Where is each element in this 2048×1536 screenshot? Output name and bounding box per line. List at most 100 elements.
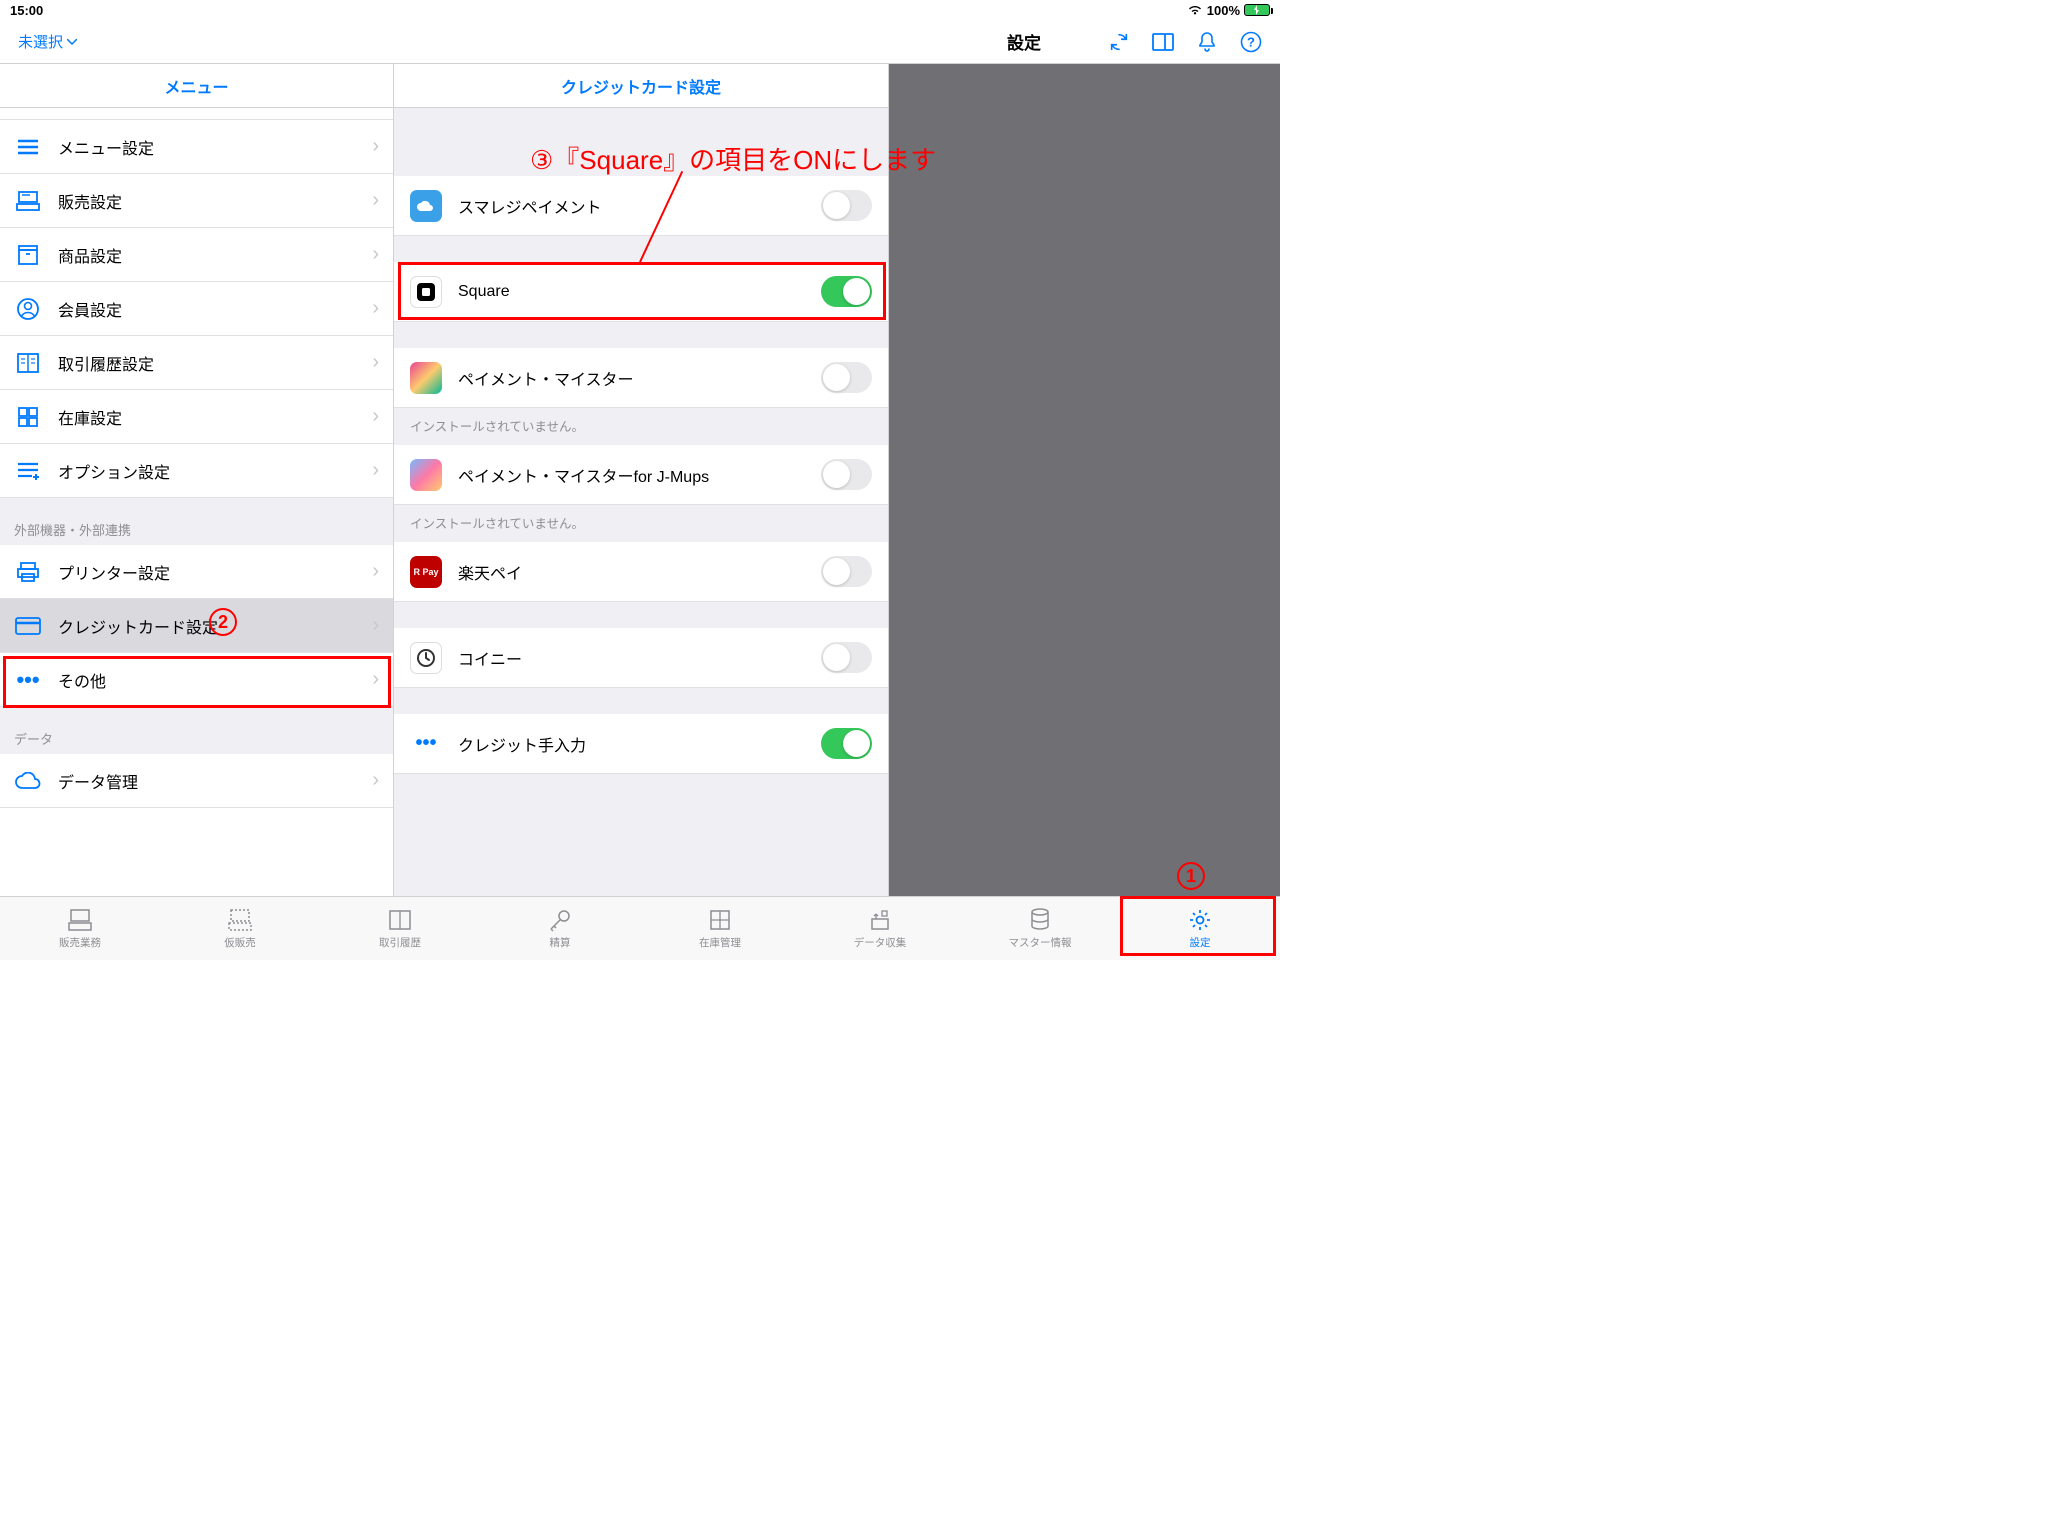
split-view-icon[interactable] xyxy=(1152,31,1174,53)
menu-item-label: クレジットカード設定 xyxy=(58,614,218,638)
payment-row-label: ペイメント・マイスターfor J-Mups xyxy=(458,463,709,487)
chevron-right-icon: › xyxy=(372,459,379,482)
payment-row-square[interactable]: Square xyxy=(394,262,888,322)
wifi-icon xyxy=(1187,4,1203,16)
register-icon xyxy=(14,187,42,215)
help-icon[interactable]: ? xyxy=(1240,31,1262,53)
menu-item-credit-card-settings[interactable]: クレジットカード設定› xyxy=(0,599,393,653)
nav-selector-label: 未選択 xyxy=(18,31,63,52)
tab-label: マスター情報 xyxy=(1009,935,1072,950)
menu-item-label: その他 xyxy=(58,668,106,692)
chevron-right-icon: › xyxy=(372,297,379,320)
battery-icon xyxy=(1244,4,1270,16)
nav-title: 設定 xyxy=(1007,29,1041,54)
menu-item-printer-settings[interactable]: プリンター設定› xyxy=(0,545,393,599)
manual-dots-icon: ••• xyxy=(410,728,442,760)
bell-icon[interactable] xyxy=(1196,31,1218,53)
toggle-manual[interactable] xyxy=(821,728,872,759)
toggle-smaregi[interactable] xyxy=(821,190,872,221)
note-meister: インストールされていません。 xyxy=(394,408,888,445)
payment-row-meister[interactable]: ペイメント・マイスター xyxy=(394,348,888,408)
callout-badge-1: 1 xyxy=(1177,862,1205,890)
tab-master[interactable]: マスター情報 xyxy=(960,897,1120,960)
toggle-rpay[interactable] xyxy=(821,556,872,587)
payment-row-label: スマレジペイメント xyxy=(458,194,602,218)
payment-row-label: Square xyxy=(458,283,510,301)
ellipsis-icon: ••• xyxy=(14,666,42,694)
menu-item-data-management[interactable]: データ管理› xyxy=(0,754,393,808)
menu-item-sales-settings[interactable]: 販売設定› xyxy=(0,174,393,228)
toggle-square[interactable] xyxy=(821,276,872,307)
menu-item-option-settings[interactable]: オプション設定 › xyxy=(0,444,393,498)
cloud-icon xyxy=(14,767,42,795)
menu-item-stock-settings[interactable]: 在庫設定› xyxy=(0,390,393,444)
rpay-app-icon: R Pay xyxy=(410,556,442,588)
smaregi-app-icon xyxy=(410,190,442,222)
sync-icon[interactable] xyxy=(1108,31,1130,53)
nav-selector[interactable]: 未選択 xyxy=(18,31,77,52)
menu-item-product-settings[interactable]: 商品設定 › xyxy=(0,228,393,282)
printer-icon xyxy=(14,558,42,586)
left-panel: メニュー メニュー設定› 販売設定› 商品設定› 会員設定› 取引履歴設定› xyxy=(0,64,394,896)
gear-icon xyxy=(1187,907,1213,933)
tab-bar: 販売業務 仮販売 取引履歴 精算 在庫管理 データ収集 マスター情報 設定 xyxy=(0,896,1280,960)
payment-row-rpay[interactable]: R Pay 楽天ペイ xyxy=(394,542,888,602)
menu-item-label: 取引履歴設定 xyxy=(58,351,154,375)
toggle-meister-jmups[interactable] xyxy=(821,459,872,490)
menu-item-history-settings[interactable]: 取引履歴設定 › xyxy=(0,336,393,390)
toggle-meister[interactable] xyxy=(821,362,872,393)
coiney-app-icon xyxy=(410,642,442,674)
payment-row-smaregi[interactable]: スマレジペイメント xyxy=(394,176,888,236)
menu-item-menu-settings[interactable]: メニュー設定› xyxy=(0,120,393,174)
section-devices-label: 外部機器・外部連携 xyxy=(0,498,393,545)
nav-bar: 未選択 設定 ? xyxy=(0,20,1280,64)
payment-row-manual[interactable]: ••• クレジット手入力 xyxy=(394,714,888,774)
credit-card-icon xyxy=(14,612,42,640)
collect-icon xyxy=(867,907,893,933)
box-icon xyxy=(14,241,42,269)
status-time: 15:00 xyxy=(10,3,43,18)
chevron-right-icon: › xyxy=(372,243,379,266)
database-icon xyxy=(1027,907,1053,933)
chevron-right-icon: › xyxy=(372,351,379,374)
tab-settings[interactable]: 設定 xyxy=(1120,897,1280,960)
tab-temp-sales[interactable]: 仮販売 xyxy=(160,897,320,960)
menu-item-other-settings[interactable]: ••• その他› xyxy=(0,653,393,707)
key-icon xyxy=(547,907,573,933)
mid-panel: クレジットカード設定 スマレジペイメント Square ペイメント・マイスター … xyxy=(394,64,889,896)
svg-text:?: ? xyxy=(1247,34,1255,49)
left-panel-header: メニュー xyxy=(0,64,393,108)
menu-item-member-settings[interactable]: 会員設定 › xyxy=(0,282,393,336)
section-data-label: データ xyxy=(0,707,393,754)
chevron-down-icon xyxy=(67,39,77,45)
tab-data-collect[interactable]: データ収集 xyxy=(800,897,960,960)
tab-label: 精算 xyxy=(550,935,571,950)
tab-settlement[interactable]: 精算 xyxy=(480,897,640,960)
menu-item-label: 商品設定 xyxy=(58,243,122,267)
meister-jmups-app-icon xyxy=(410,459,442,491)
square-app-icon xyxy=(410,276,442,308)
tab-label: 販売業務 xyxy=(59,935,101,950)
payment-row-label: ペイメント・マイスター xyxy=(458,366,634,390)
list-plus-icon xyxy=(14,457,42,485)
payment-row-coiney[interactable]: コイニー xyxy=(394,628,888,688)
menu-item-label: オプション設定 xyxy=(58,459,170,483)
tab-label: 在庫管理 xyxy=(699,935,741,950)
menu-item-label: 会員設定 xyxy=(58,297,122,321)
drawers-icon xyxy=(707,907,733,933)
tab-history[interactable]: 取引履歴 xyxy=(320,897,480,960)
chevron-right-icon: › xyxy=(372,405,379,428)
toggle-coiney[interactable] xyxy=(821,642,872,673)
menu-item-label: 販売設定 xyxy=(58,189,122,213)
user-icon xyxy=(14,295,42,323)
meister-app-icon xyxy=(410,362,442,394)
register-icon xyxy=(67,907,93,933)
status-bar: 15:00 100% xyxy=(0,0,1280,20)
menu-item-label: メニュー設定 xyxy=(58,135,154,159)
payment-row-meister-jmups[interactable]: ペイメント・マイスターfor J-Mups xyxy=(394,445,888,505)
menu-item-label: プリンター設定 xyxy=(58,560,170,584)
payment-row-label: 楽天ペイ xyxy=(458,560,522,584)
tab-stock[interactable]: 在庫管理 xyxy=(640,897,800,960)
tab-sales[interactable]: 販売業務 xyxy=(0,897,160,960)
main-columns: メニュー メニュー設定› 販売設定› 商品設定› 会員設定› 取引履歴設定› xyxy=(0,64,1280,896)
